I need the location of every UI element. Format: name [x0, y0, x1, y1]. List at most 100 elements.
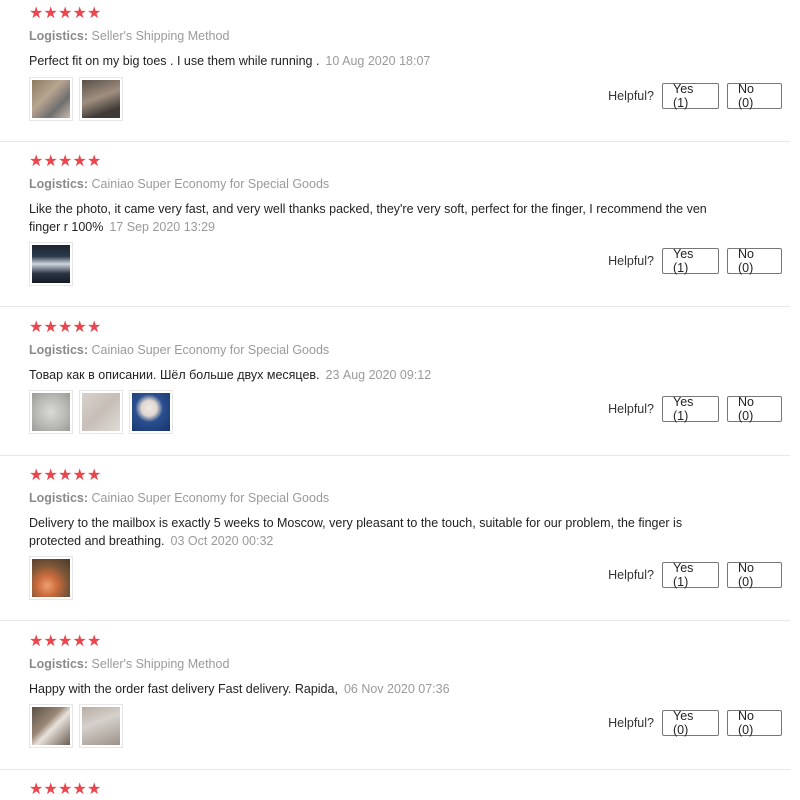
review-images: [29, 704, 123, 748]
star-icon: ★: [29, 781, 45, 798]
review-image-thumb[interactable]: [29, 390, 73, 434]
logistics-value: Cainiao Super Economy for Special Goods: [91, 177, 330, 191]
star-icon: ★: [87, 781, 103, 798]
review-text: Happy with the order fast delivery Fast …: [29, 680, 719, 698]
star-icon: ★: [43, 781, 59, 798]
review-text: Delivery to the mailbox is exactly 5 wee…: [29, 514, 719, 550]
review-item: ★★★★★ Logistics: Cainiao Super Economy f…: [0, 314, 790, 456]
helpful-label: Helpful?: [608, 89, 654, 103]
star-icon: ★: [58, 781, 74, 798]
review-body: Perfect fit on my big toes . I use them …: [29, 54, 320, 68]
star-icon: ★: [29, 467, 45, 484]
star-icon: ★: [87, 467, 103, 484]
review-body: Товар как в описании. Шёл больше двух ме…: [29, 368, 320, 382]
helpful-yes-button[interactable]: Yes (0): [662, 709, 719, 737]
star-icon: ★: [58, 153, 74, 170]
star-icon: ★: [43, 319, 59, 336]
review-item: ★★★★★ Logistics: Cainiao Super Economy f…: [0, 148, 790, 307]
logistics-info: Logistics: Seller's Shipping Method: [29, 657, 229, 671]
review-image-thumb[interactable]: [79, 390, 123, 434]
review-item: ★★★★★ Logistics: Seller's Shipping Metho…: [0, 628, 790, 770]
star-icon: ★: [72, 319, 88, 336]
logistics-info: Logistics: Seller's Shipping Method: [29, 29, 229, 43]
logistics-label: Logistics:: [29, 177, 89, 191]
logistics-value: Cainiao Super Economy for Special Goods: [91, 343, 330, 357]
helpful-vote: Helpful? Yes (1) No (0): [608, 247, 782, 275]
star-icon: ★: [72, 633, 88, 650]
helpful-no-button[interactable]: No (0): [727, 395, 782, 423]
star-rating: ★★★★★: [29, 634, 102, 650]
review-date: 06 Nov 2020 07:36: [343, 682, 450, 696]
logistics-info: Logistics: Cainiao Super Economy for Spe…: [29, 491, 329, 505]
helpful-no-button[interactable]: No (0): [727, 82, 782, 110]
helpful-vote: Helpful? Yes (1) No (0): [608, 82, 782, 110]
review-images: [29, 77, 123, 121]
logistics-label: Logistics:: [29, 657, 89, 671]
helpful-no-button[interactable]: No (0): [727, 709, 782, 737]
helpful-yes-button[interactable]: Yes (1): [662, 247, 719, 275]
star-icon: ★: [29, 633, 45, 650]
helpful-no-button[interactable]: No (0): [727, 561, 782, 589]
star-icon: ★: [58, 633, 74, 650]
helpful-label: Helpful?: [608, 716, 654, 730]
helpful-vote: Helpful? Yes (1) No (0): [608, 561, 782, 589]
helpful-vote: Helpful? Yes (0) No (0): [608, 709, 782, 737]
helpful-label: Helpful?: [608, 254, 654, 268]
star-icon: ★: [58, 319, 74, 336]
star-icon: ★: [58, 5, 74, 22]
star-icon: ★: [58, 467, 74, 484]
review-images: [29, 556, 73, 600]
helpful-yes-button[interactable]: Yes (1): [662, 82, 719, 110]
star-icon: ★: [87, 633, 103, 650]
review-text: Perfect fit on my big toes . I use them …: [29, 52, 719, 70]
review-image-thumb[interactable]: [129, 390, 173, 434]
review-text: Like the photo, it came very fast, and v…: [29, 200, 719, 236]
star-icon: ★: [43, 5, 59, 22]
review-image-thumb[interactable]: [79, 704, 123, 748]
helpful-label: Helpful?: [608, 402, 654, 416]
star-icon: ★: [72, 5, 88, 22]
logistics-value: Seller's Shipping Method: [91, 29, 230, 43]
review-date: 23 Aug 2020 09:12: [325, 368, 432, 382]
review-images: [29, 390, 173, 434]
logistics-label: Logistics:: [29, 343, 89, 357]
review-text: Товар как в описании. Шёл больше двух ме…: [29, 366, 719, 384]
helpful-no-button[interactable]: No (0): [727, 247, 782, 275]
review-date: 17 Sep 2020 13:29: [109, 220, 216, 234]
star-icon: ★: [87, 5, 103, 22]
star-icon: ★: [29, 5, 45, 22]
star-rating: ★★★★★: [29, 6, 102, 22]
star-icon: ★: [29, 319, 45, 336]
review-image-thumb[interactable]: [29, 242, 73, 286]
review-image-thumb[interactable]: [29, 556, 73, 600]
star-icon: ★: [87, 153, 103, 170]
logistics-value: Cainiao Super Economy for Special Goods: [91, 491, 330, 505]
review-item: ★★★★★ Logistics: Seller's Shipping Metho…: [0, 0, 790, 142]
star-icon: ★: [43, 633, 59, 650]
review-date: 10 Aug 2020 18:07: [325, 54, 431, 68]
logistics-info: Logistics: Cainiao Super Economy for Spe…: [29, 177, 329, 191]
helpful-vote: Helpful? Yes (1) No (0): [608, 395, 782, 423]
review-image-thumb[interactable]: [29, 704, 73, 748]
star-icon: ★: [72, 153, 88, 170]
star-rating: ★★★★★: [29, 468, 102, 484]
review-item: ★★★★★: [0, 776, 790, 800]
star-rating: ★★★★★: [29, 154, 102, 170]
logistics-value: Seller's Shipping Method: [91, 657, 230, 671]
review-image-thumb[interactable]: [79, 77, 123, 121]
star-icon: ★: [72, 467, 88, 484]
review-image-thumb[interactable]: [29, 77, 73, 121]
review-item: ★★★★★ Logistics: Cainiao Super Economy f…: [0, 462, 790, 621]
review-body: Delivery to the mailbox is exactly 5 wee…: [29, 516, 683, 548]
star-icon: ★: [72, 781, 88, 798]
helpful-yes-button[interactable]: Yes (1): [662, 561, 719, 589]
review-images: [29, 242, 73, 286]
logistics-label: Logistics:: [29, 29, 89, 43]
review-date: 03 Oct 2020 00:32: [170, 534, 274, 548]
star-icon: ★: [43, 467, 59, 484]
star-icon: ★: [87, 319, 103, 336]
star-icon: ★: [29, 153, 45, 170]
helpful-yes-button[interactable]: Yes (1): [662, 395, 719, 423]
review-body: Happy with the order fast delivery Fast …: [29, 682, 338, 696]
helpful-label: Helpful?: [608, 568, 654, 582]
